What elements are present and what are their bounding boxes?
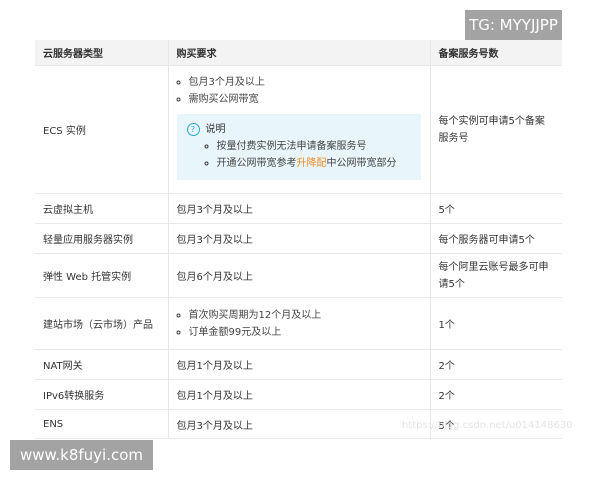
table-row: ECS 实例 包月3个月及以上需购买公网带宽 ? 说明 按量付费实例无法申请备案服… [35, 65, 562, 194]
cell-requirement: 包月1个月及以上 [167, 379, 430, 410]
cell-requirement: 包月3个月及以上 [167, 223, 430, 254]
list-item: 包月3个月及以上 [189, 74, 422, 91]
site-watermark: www.k8fuyi.com [10, 440, 153, 470]
cell-requirement: 包月6个月及以上 [167, 253, 430, 298]
cell-count: 5个 [429, 193, 562, 224]
cell-requirement: 包月1个月及以上 [167, 349, 430, 380]
header-count: 备案服务号数 [429, 40, 562, 66]
table-row: 云虚拟主机 包月3个月及以上 5个 [35, 193, 562, 224]
note-box: ? 说明 按量付费实例无法申请备案服务号 开通公网带宽参考升降配中公网带宽部分 [176, 113, 421, 180]
table-row: 轻量应用服务器实例 包月3个月及以上 每个服务器可申请5个 [35, 223, 562, 254]
cell-requirement: 包月3个月及以上 [167, 193, 430, 224]
cell-type: NAT网关 [35, 349, 168, 380]
cell-type: IPv6转换服务 [35, 379, 168, 410]
cell-count: 每个实例可申请5个备案服务号 [429, 65, 562, 194]
list-item: 首次购买周期为12个月及以上 [189, 307, 422, 324]
table-header: 云服务器类型 购买要求 备案服务号数 [35, 40, 562, 66]
table-row: 弹性 Web 托管实例 包月6个月及以上 每个阿里云账号最多可申请5个 [35, 253, 562, 298]
cell-type: ENS [35, 409, 168, 439]
cell-requirement: 包月3个月及以上需购买公网带宽 ? 说明 按量付费实例无法申请备案服务号 开通公网… [167, 65, 430, 194]
table-row: IPv6转换服务 包月1个月及以上 2个 [35, 379, 562, 410]
cell-requirement: 包月3个月及以上 [167, 409, 430, 439]
cell-count: 2个 [429, 379, 562, 410]
cell-count: 2个 [429, 349, 562, 380]
cell-type: 云虚拟主机 [35, 193, 168, 224]
cell-type: ECS 实例 [35, 65, 168, 194]
cell-count: 每个服务器可申请5个 [429, 223, 562, 254]
cell-requirement: 首次购买周期为12个月及以上订单金额99元及以上 [167, 297, 430, 350]
cell-type: 建站市场（云市场）产品 [35, 297, 168, 350]
cell-type: 弹性 Web 托管实例 [35, 253, 168, 298]
csdn-watermark: https://blog.csdn.net/u014148630 [402, 420, 573, 431]
tg-watermark: TG: MYYJJPP [465, 10, 562, 40]
cell-type: 轻量应用服务器实例 [35, 223, 168, 254]
cell-count: 1个 [429, 297, 562, 350]
list-item: 需购买公网带宽 [189, 91, 422, 108]
header-type: 云服务器类型 [35, 40, 168, 66]
text: 开通公网带宽参考 [216, 157, 297, 169]
text: 中公网带宽部分 [326, 157, 397, 169]
note-title: 说明 [205, 123, 226, 135]
header-requirement: 购买要求 [167, 40, 430, 66]
server-type-table: 云服务器类型 购买要求 备案服务号数 ECS 实例 包月3个月及以上需购买公网带… [35, 40, 562, 439]
list-item: 按量付费实例无法申请备案服务号 [217, 138, 411, 155]
table-row: NAT网关 包月1个月及以上 2个 [35, 349, 562, 380]
table-row: 建站市场（云市场）产品首次购买周期为12个月及以上订单金额99元及以上1个 [35, 297, 562, 350]
help-icon: ? [186, 123, 200, 136]
cell-count: 每个阿里云账号最多可申请5个 [429, 253, 562, 298]
list-item: 订单金额99元及以上 [189, 324, 422, 341]
upgrade-link[interactable]: 升降配 [297, 158, 327, 169]
list-item: 开通公网带宽参考升降配中公网带宽部分 [217, 155, 411, 172]
